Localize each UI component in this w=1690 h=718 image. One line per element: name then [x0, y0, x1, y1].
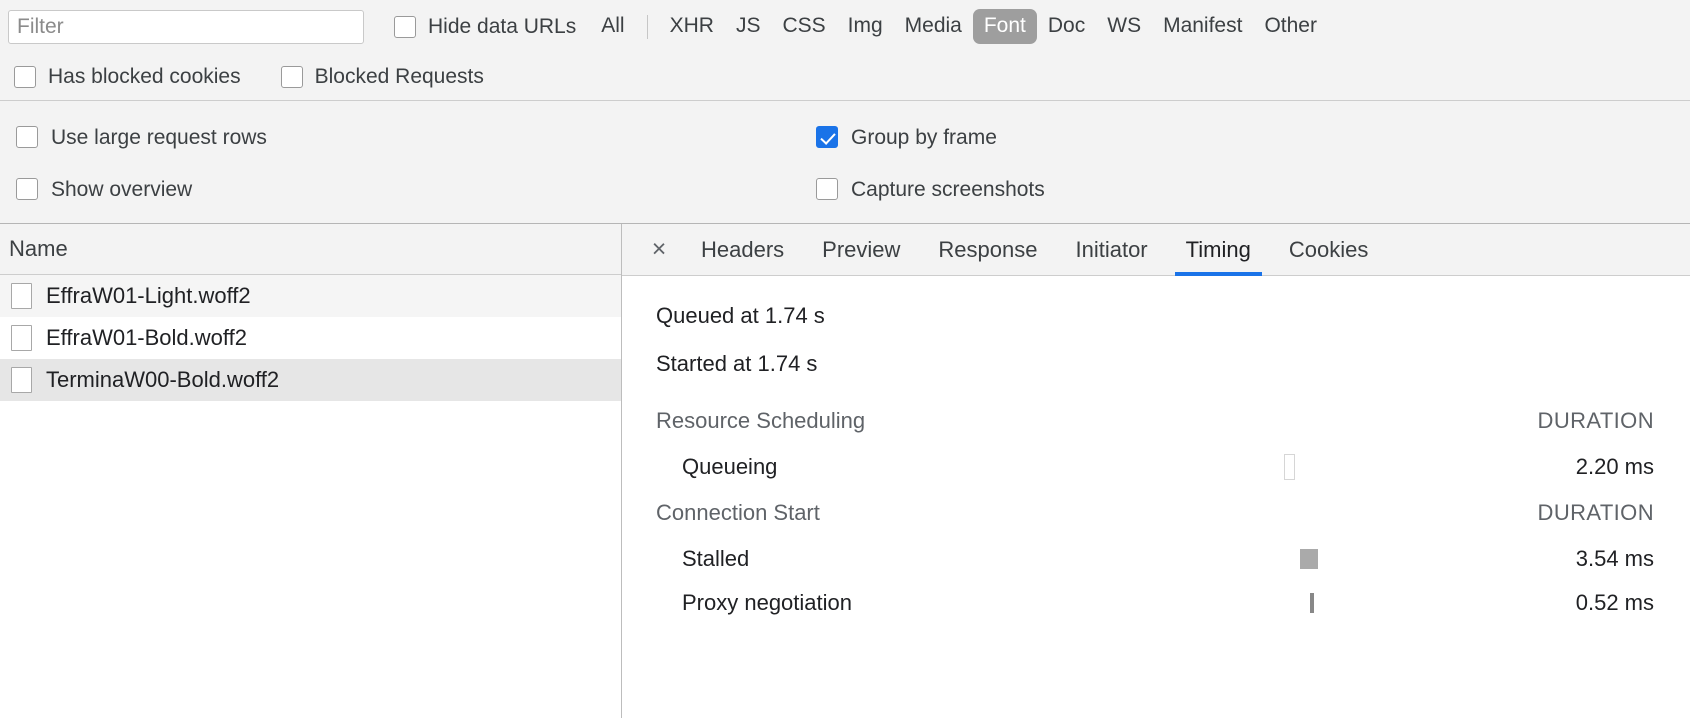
capture-screenshots-checkbox[interactable] [816, 178, 838, 200]
timing-row-proxy-negotiation: Proxy negotiation 0.52 ms [622, 581, 1690, 625]
request-name: EffraW01-Light.woff2 [46, 283, 251, 309]
show-overview-label: Show overview [51, 179, 192, 200]
blocked-requests-checkbox[interactable] [281, 66, 303, 88]
timing-bar-track [952, 489, 1390, 537]
type-filter-css[interactable]: CSS [771, 9, 836, 43]
group-by-frame-checkbox[interactable] [816, 126, 838, 148]
type-filter-media[interactable]: Media [894, 9, 973, 43]
started-at-text: Started at 1.74 s [656, 350, 1690, 378]
group-by-frame-group[interactable]: Group by frame [800, 126, 1500, 148]
hide-data-urls-label: Hide data URLs [428, 16, 576, 37]
tab-initiator[interactable]: Initiator [1056, 224, 1166, 275]
timing-bar-track [952, 581, 1390, 625]
has-blocked-cookies-label: Has blocked cookies [48, 66, 241, 87]
use-large-request-rows-group[interactable]: Use large request rows [0, 126, 800, 148]
type-filter-manifest[interactable]: Manifest [1152, 9, 1253, 43]
font-file-icon [11, 325, 32, 351]
request-list-pane: Name EffraW01-Light.woff2 EffraW01-Bold.… [0, 224, 622, 718]
settings-row-2: Show overview Capture screenshots [0, 163, 1690, 215]
timing-bar-track [952, 397, 1390, 445]
type-filter-all[interactable]: All [590, 9, 635, 43]
tab-headers[interactable]: Headers [682, 224, 803, 275]
timing-group-header: Resource Scheduling DURATION [622, 397, 1690, 445]
font-file-icon [11, 283, 32, 309]
group-by-frame-label: Group by frame [851, 127, 997, 148]
devtools-network-panel: Hide data URLs All XHR JS CSS Img Media … [0, 0, 1690, 718]
network-settings-pane: Use large request rows Group by frame Sh… [0, 101, 1690, 224]
request-name: EffraW01-Bold.woff2 [46, 325, 247, 351]
close-icon[interactable]: × [636, 224, 682, 275]
tab-response[interactable]: Response [919, 224, 1056, 275]
capture-screenshots-label: Capture screenshots [851, 179, 1045, 200]
timing-group-header: Connection Start DURATION [622, 489, 1690, 537]
timing-breakdown-table: Resource Scheduling DURATION Queueing 2.… [622, 397, 1690, 625]
timing-bar-queueing [1284, 454, 1295, 480]
tab-preview[interactable]: Preview [803, 224, 919, 275]
timing-bar-track [952, 537, 1390, 581]
font-file-icon [11, 367, 32, 393]
request-list-header: Name [0, 224, 621, 275]
settings-row-1: Use large request rows Group by frame [0, 111, 1690, 163]
type-filter-other[interactable]: Other [1253, 9, 1328, 43]
timing-row-label: Queueing [622, 454, 952, 480]
detail-tabbar: × Headers Preview Response Initiator Tim… [622, 224, 1690, 276]
timing-bar-proxy-negotiation [1310, 593, 1314, 613]
type-filter-js[interactable]: JS [725, 9, 772, 43]
duration-column-header: DURATION [1390, 408, 1690, 434]
timing-row-duration: 3.54 ms [1390, 546, 1690, 572]
table-row[interactable]: TerminaW00-Bold.woff2 [0, 359, 621, 401]
tab-timing[interactable]: Timing [1167, 224, 1270, 275]
type-filter-font[interactable]: Font [973, 9, 1037, 43]
column-header-name[interactable]: Name [9, 236, 68, 262]
timing-row-label: Stalled [622, 546, 952, 572]
network-filter-toolbar: Hide data URLs All XHR JS CSS Img Media … [0, 0, 1690, 53]
blocked-requests-label: Blocked Requests [315, 66, 484, 87]
timing-bar-stalled [1300, 549, 1318, 569]
show-overview-group[interactable]: Show overview [0, 178, 800, 200]
request-detail-pane: × Headers Preview Response Initiator Tim… [622, 224, 1690, 718]
table-row[interactable]: EffraW01-Bold.woff2 [0, 317, 621, 359]
timing-row-duration: 2.20 ms [1390, 454, 1690, 480]
type-filter-doc[interactable]: Doc [1037, 9, 1096, 43]
blocked-filters-toolbar: Has blocked cookies Blocked Requests [0, 53, 1690, 101]
timing-row-stalled: Stalled 3.54 ms [622, 537, 1690, 581]
hide-data-urls-checkbox-group[interactable]: Hide data URLs [394, 16, 576, 38]
queued-at-text: Queued at 1.74 s [656, 302, 1690, 330]
timing-row-label: Proxy negotiation [622, 590, 952, 616]
request-name: TerminaW00-Bold.woff2 [46, 367, 279, 393]
has-blocked-cookies-checkbox[interactable] [14, 66, 36, 88]
capture-screenshots-group[interactable]: Capture screenshots [800, 178, 1500, 200]
timing-group-name: Connection Start [622, 500, 952, 526]
type-filter-divider [647, 15, 648, 39]
timing-group-name: Resource Scheduling [622, 408, 952, 434]
use-large-request-rows-label: Use large request rows [51, 127, 267, 148]
show-overview-checkbox[interactable] [16, 178, 38, 200]
type-filter-img[interactable]: Img [837, 9, 894, 43]
resource-type-filters: All XHR JS CSS Img Media Font Doc WS Man… [590, 9, 1328, 43]
timing-panel: Queued at 1.74 s Started at 1.74 s Resou… [622, 276, 1690, 718]
type-filter-xhr[interactable]: XHR [659, 9, 725, 43]
hide-data-urls-checkbox[interactable] [394, 16, 416, 38]
type-filter-ws[interactable]: WS [1096, 9, 1152, 43]
request-list-body[interactable]: EffraW01-Light.woff2 EffraW01-Bold.woff2… [0, 275, 621, 718]
timing-row-duration: 0.52 ms [1390, 590, 1690, 616]
table-row[interactable]: EffraW01-Light.woff2 [0, 275, 621, 317]
timing-summary: Queued at 1.74 s Started at 1.74 s [622, 302, 1690, 377]
duration-column-header: DURATION [1390, 500, 1690, 526]
use-large-request-rows-checkbox[interactable] [16, 126, 38, 148]
timing-row-queueing: Queueing 2.20 ms [622, 445, 1690, 489]
tab-cookies[interactable]: Cookies [1270, 224, 1387, 275]
timing-bar-track [952, 445, 1390, 489]
filter-input[interactable] [8, 10, 364, 44]
blocked-requests-group[interactable]: Blocked Requests [281, 66, 484, 88]
network-main-split: Name EffraW01-Light.woff2 EffraW01-Bold.… [0, 224, 1690, 718]
has-blocked-cookies-group[interactable]: Has blocked cookies [14, 66, 241, 88]
